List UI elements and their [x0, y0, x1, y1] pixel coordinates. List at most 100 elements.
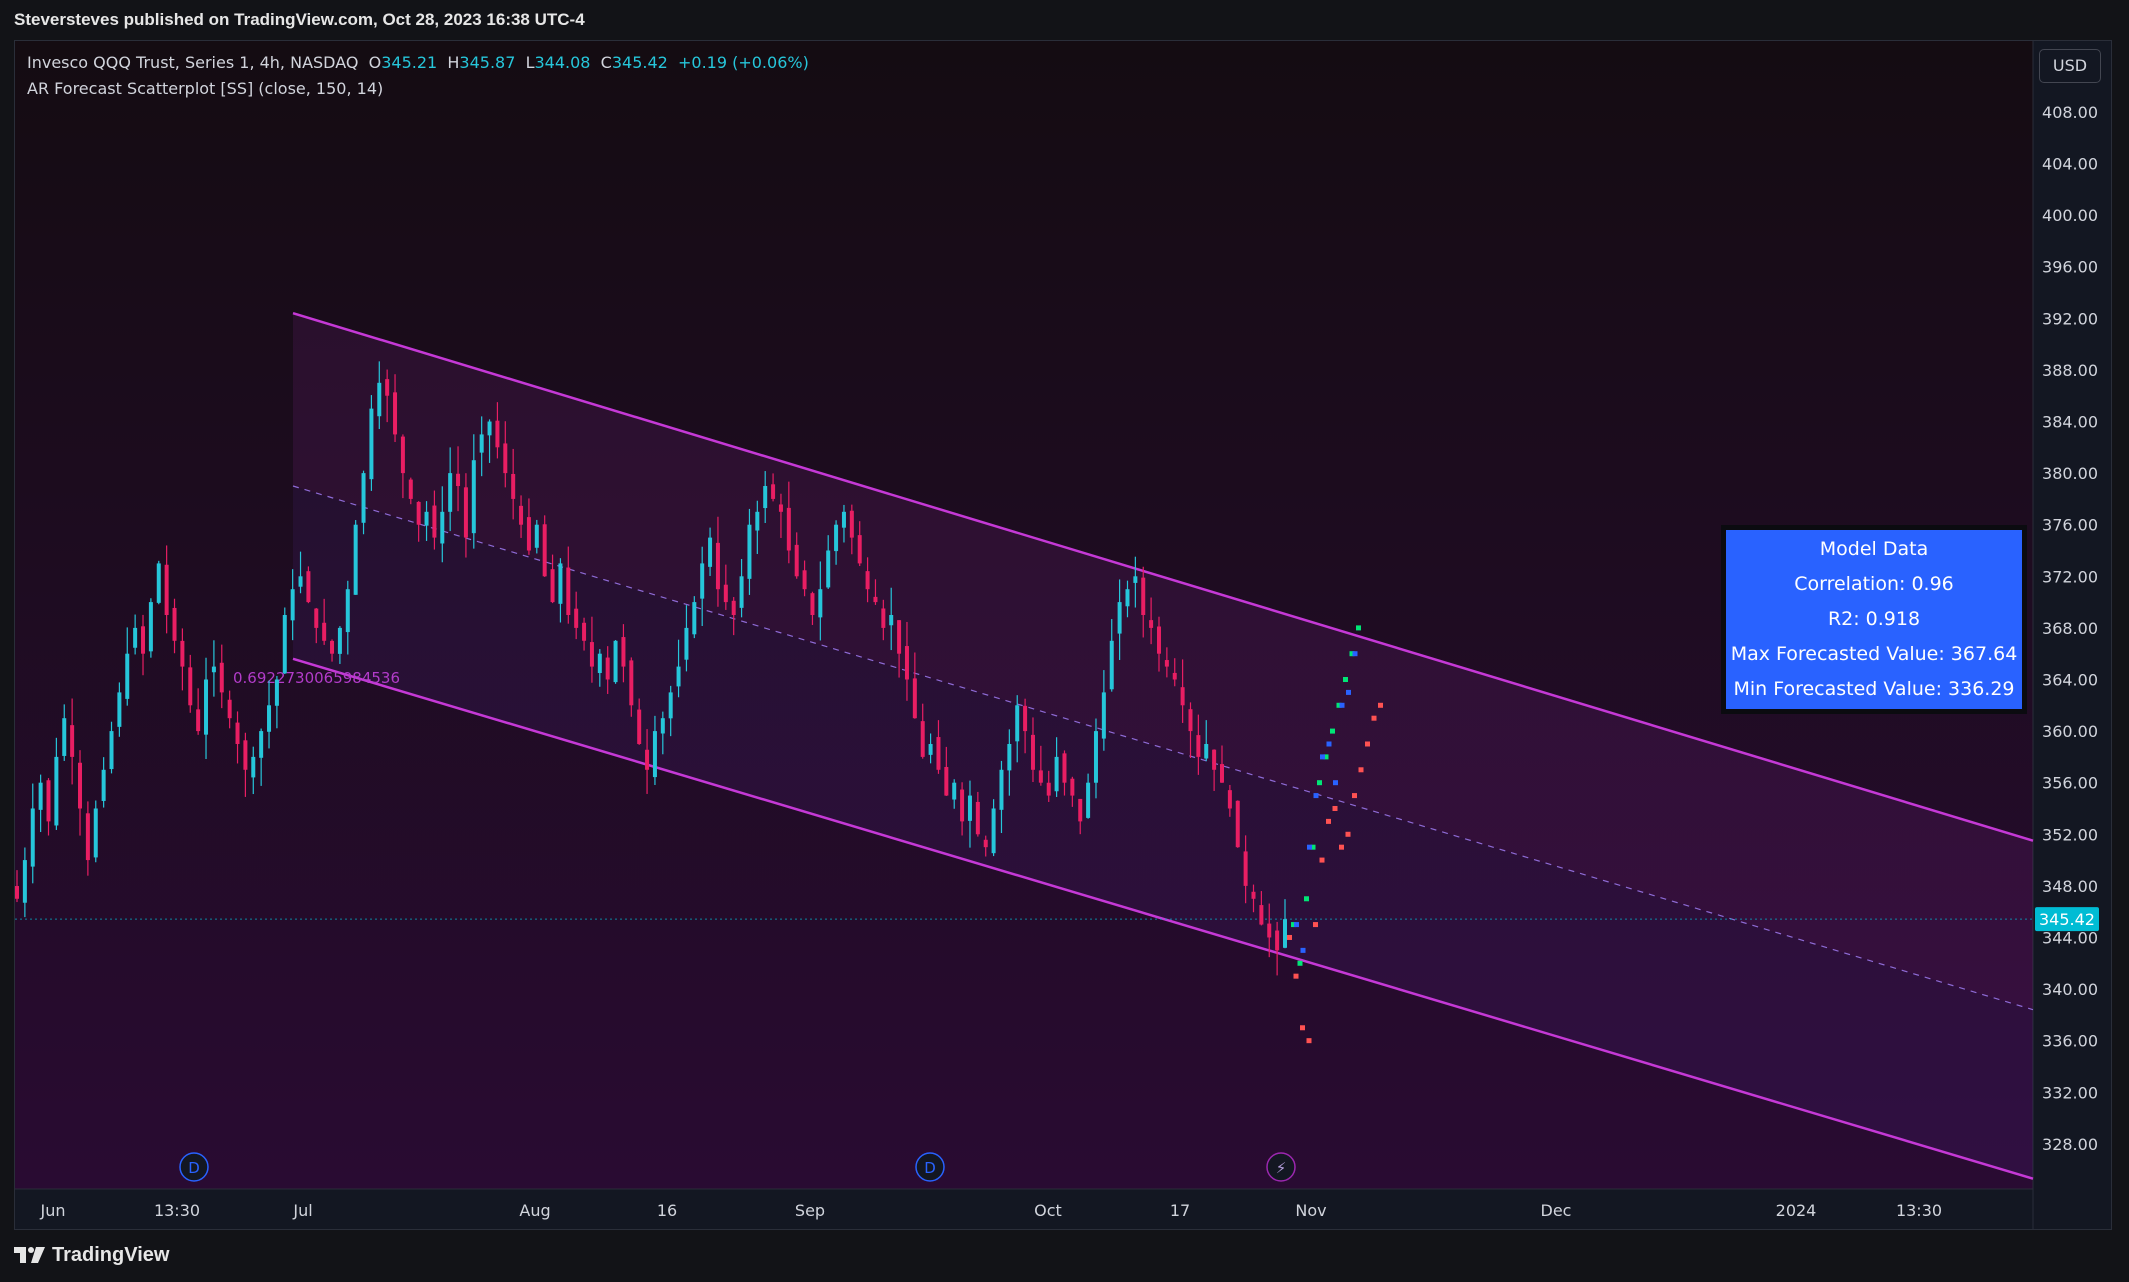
forecast-point-red[interactable] [1365, 741, 1370, 747]
candle[interactable] [93, 800, 98, 863]
candle-body [700, 563, 705, 599]
time-tick-label: 13:30 [1896, 1201, 1942, 1220]
candle-body [975, 801, 980, 835]
forecast-point-blue[interactable] [1346, 689, 1351, 695]
dividend-marker-icon[interactable]: D [915, 1152, 945, 1182]
dividend-marker-icon[interactable]: D [179, 1152, 209, 1182]
forecast-point-red[interactable] [1339, 844, 1344, 850]
price-tick-label: 388.00 [2042, 361, 2098, 380]
candle[interactable] [369, 395, 374, 491]
candle-body [841, 511, 846, 528]
candle-body [1275, 930, 1280, 951]
forecast-point-green[interactable] [1330, 728, 1335, 734]
forecast-point-red[interactable] [1332, 805, 1338, 811]
price-tick-label: 364.00 [2042, 670, 2098, 689]
candle-body [440, 511, 445, 544]
time-tick-label: Dec [1541, 1201, 1572, 1220]
currency-button[interactable]: USD [2039, 49, 2101, 83]
candle-body [251, 756, 256, 778]
forecast-point-green[interactable] [1317, 780, 1322, 786]
forecast-point-blue[interactable] [1313, 793, 1319, 799]
candle-body [1023, 705, 1028, 732]
forecast-point-red[interactable] [1352, 793, 1357, 799]
forecast-point-blue[interactable] [1326, 741, 1332, 747]
forecast-point-red[interactable] [1287, 934, 1292, 940]
candle-body [660, 718, 665, 734]
candle-body [778, 504, 783, 512]
forecast-point-red[interactable] [1300, 1025, 1305, 1031]
price-tick-label: 352.00 [2042, 825, 2098, 844]
forecast-point-blue[interactable] [1294, 922, 1299, 928]
price-tick-label: 376.00 [2042, 516, 2098, 535]
candle-body [1204, 743, 1209, 759]
tradingview-brand[interactable]: TradingView [52, 1244, 169, 1267]
open-value: 345.21 [381, 53, 438, 72]
earnings-marker-icon[interactable]: ⚡ [1266, 1152, 1296, 1182]
r2-value: R2: 0.918 [1827, 608, 1921, 630]
forecast-point-green[interactable] [1304, 896, 1309, 902]
candle-body [353, 524, 358, 595]
forecast-point-red[interactable] [1358, 767, 1364, 773]
forecast-point-red[interactable] [1313, 922, 1318, 928]
candle-body [164, 564, 169, 615]
indicator-legend[interactable]: AR Forecast Scatterplot [SS] (close, 150… [27, 79, 383, 98]
time-tick-label: 13:30 [154, 1201, 200, 1220]
correlation-value: Correlation: 0.96 [1794, 573, 1954, 595]
candle[interactable] [156, 560, 161, 605]
candle-body [566, 567, 571, 615]
model-data-table: Model Data Correlation: 0.96 R2: 0.918 M… [1721, 525, 2027, 714]
candle[interactable] [353, 520, 358, 595]
forecast-point-red[interactable] [1345, 831, 1351, 837]
forecast-point-green[interactable] [1343, 676, 1348, 682]
candle-body [1007, 743, 1012, 771]
candle-body [330, 640, 335, 654]
forecast-point-blue[interactable] [1300, 947, 1306, 953]
candle[interactable] [1235, 800, 1240, 848]
candle-body [574, 608, 579, 628]
candle[interactable] [692, 596, 697, 639]
candle[interactable] [542, 515, 547, 577]
candle-body [361, 473, 366, 523]
forecast-point-red[interactable] [1293, 973, 1299, 979]
candle-body [952, 782, 957, 800]
candle[interactable] [148, 598, 153, 658]
forecast-point-red[interactable] [1306, 1038, 1312, 1044]
forecast-point-red[interactable] [1371, 715, 1377, 721]
candle-body [46, 780, 51, 822]
forecast-point-green[interactable] [1356, 625, 1361, 631]
time-tick-label: Nov [1295, 1201, 1326, 1220]
candle-body [211, 666, 216, 673]
forecast-point-blue[interactable] [1307, 844, 1312, 850]
candle-body [526, 517, 531, 551]
forecast-point-blue[interactable] [1339, 702, 1345, 708]
candle-body [692, 602, 697, 635]
time-tick-label: 16 [657, 1201, 677, 1220]
candle[interactable] [613, 640, 618, 684]
price-tick-label: 408.00 [2042, 103, 2098, 122]
forecast-point-red[interactable] [1326, 818, 1331, 824]
forecast-point-red[interactable] [1319, 857, 1325, 863]
price-tick-label: 380.00 [2042, 464, 2098, 483]
candle[interactable] [282, 607, 287, 675]
forecast-point-blue[interactable] [1320, 754, 1325, 760]
open-label: O [368, 53, 382, 72]
candle-body [290, 589, 295, 621]
candle[interactable] [306, 566, 311, 604]
symbol-legend[interactable]: Invesco QQQ Trust, Series 1, 4h, NASDAQ … [27, 53, 809, 72]
candle-body [944, 766, 949, 796]
candle-body [857, 535, 862, 564]
forecast-point-blue[interactable] [1333, 780, 1338, 786]
candle-body [22, 860, 27, 903]
candle-body [1086, 782, 1091, 818]
forecast-point-blue[interactable] [1352, 651, 1358, 657]
candle-body [802, 570, 807, 590]
candle-body [400, 436, 405, 474]
chart-frame[interactable]: 0.6922730065984536 328.00 332.00 336.00 340… [14, 40, 2112, 1230]
candle-body [1251, 891, 1256, 899]
forecast-point-green[interactable] [1297, 960, 1303, 966]
forecast-point-red[interactable] [1378, 702, 1383, 708]
time-axis-panel[interactable] [15, 1189, 2033, 1229]
candle-body [873, 596, 878, 603]
candle-body [62, 718, 67, 756]
tradingview-logo-icon[interactable] [14, 1245, 46, 1265]
